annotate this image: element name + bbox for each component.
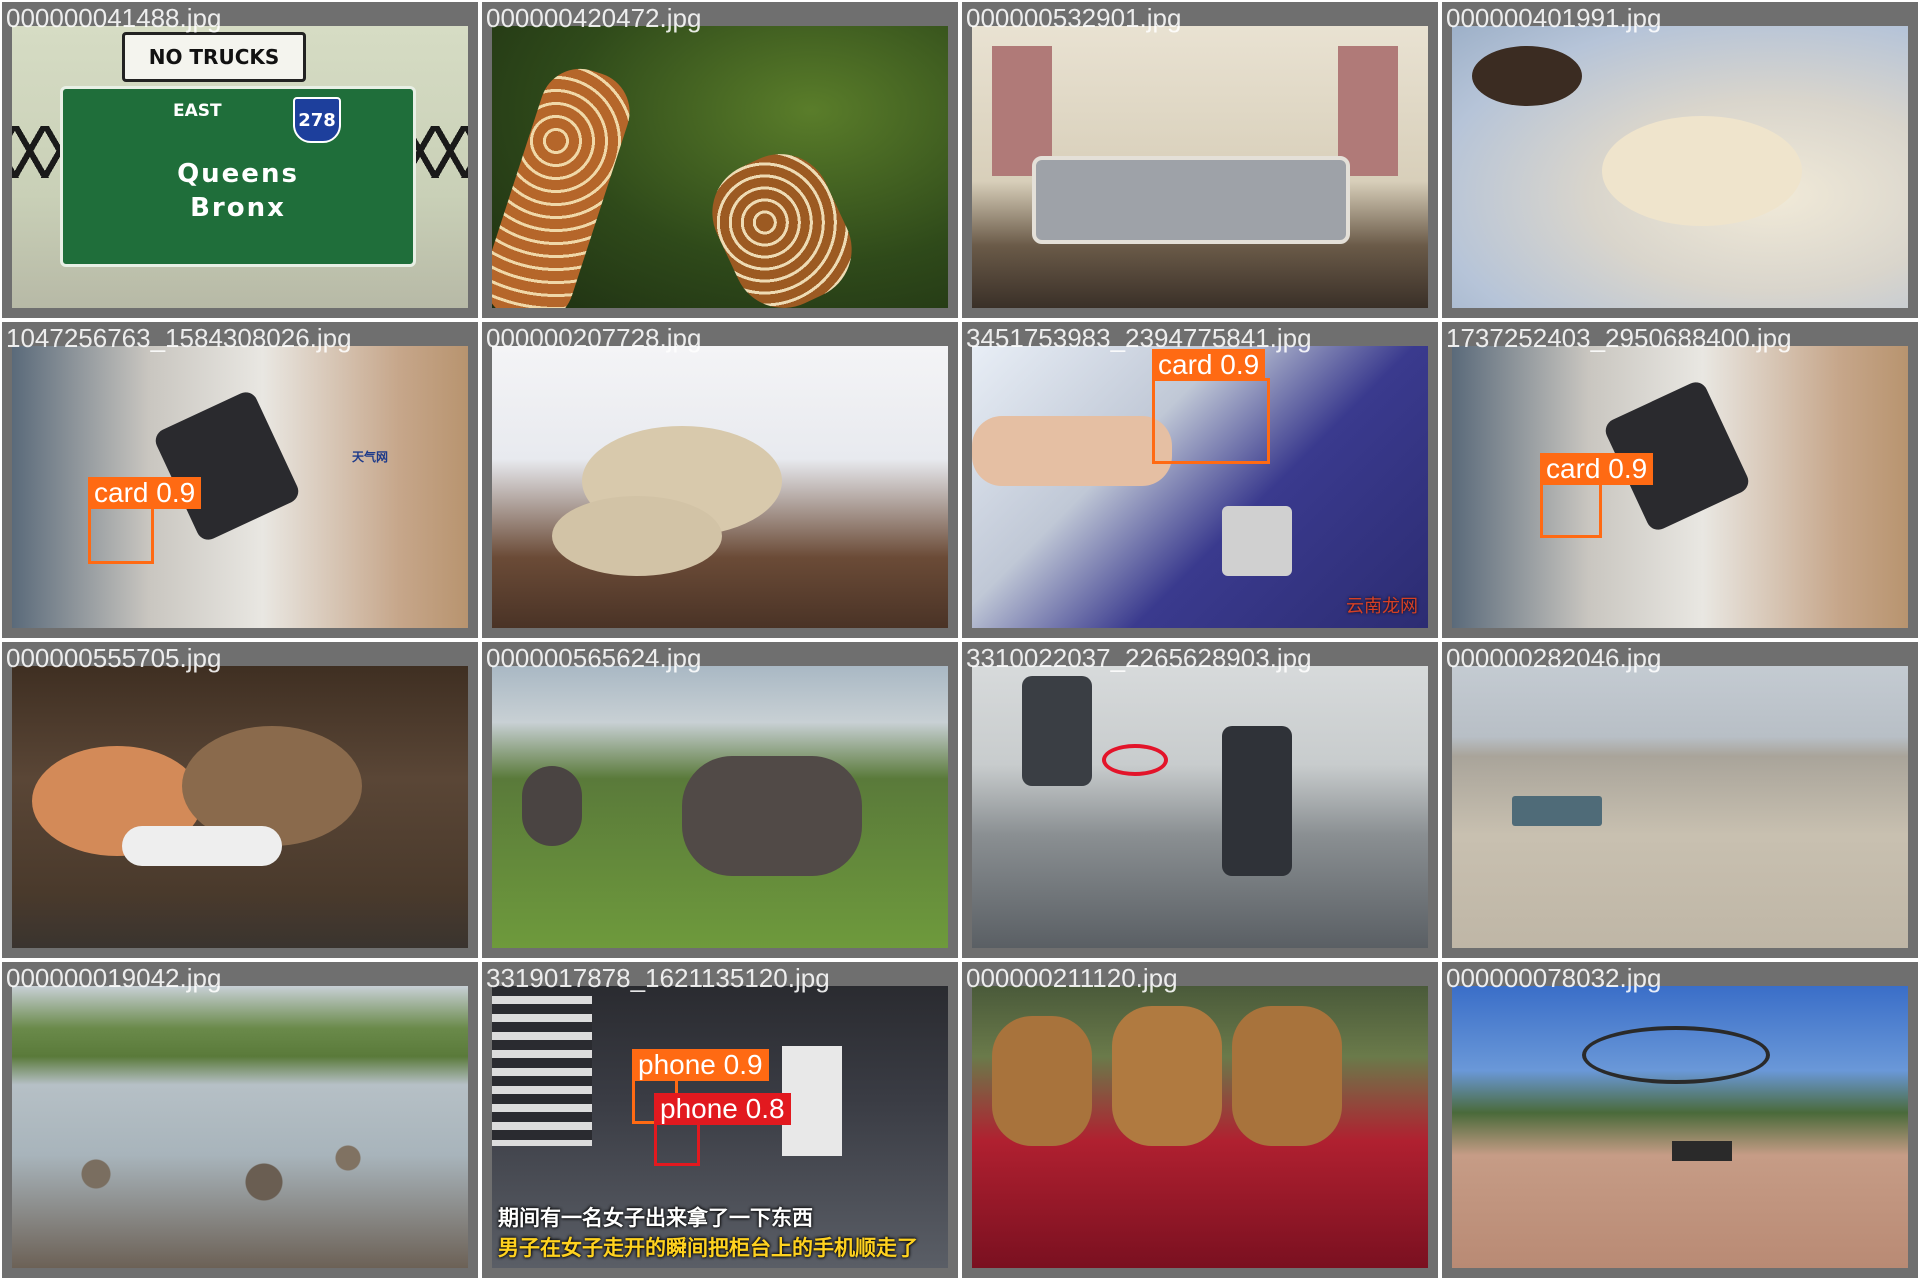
- image-tile[interactable]: 000000420472.jpg: [480, 0, 960, 320]
- image-tile[interactable]: 000000555705.jpg: [0, 640, 480, 960]
- filename-label: 3319017878_1621135120.jpg: [486, 963, 830, 993]
- filename-label: 000000207728.jpg: [486, 323, 702, 353]
- detection-label: phone 0.9: [632, 1049, 769, 1081]
- filename-label: 3451753983_2394775841.jpg: [966, 323, 1312, 353]
- bench-shape: [1512, 796, 1602, 826]
- image-tile[interactable]: 000000401991.jpg: [1440, 0, 1920, 320]
- thumbnail-cats-shoes: [12, 666, 468, 948]
- subtitle-line-2: 男子在女子走开的瞬间把柜台上的手机顺走了: [498, 1237, 918, 1260]
- image-tile[interactable]: 000000532901.jpg: [960, 0, 1440, 320]
- sign-line-2: Bronx: [190, 193, 286, 223]
- dog-shape: [1602, 116, 1802, 226]
- elephant-shape: [682, 756, 862, 876]
- thumbnail-road-sign: NO TRUCKS EAST 278 Queens Bronx: [12, 26, 468, 308]
- no-trucks-sign: NO TRUCKS: [122, 32, 306, 82]
- thumbnail-bus-card: card 0.9 云南龙网: [972, 346, 1428, 628]
- filename-label: 000000078032.jpg: [1446, 963, 1662, 993]
- thumbnail-plaza-pergola: [1452, 986, 1908, 1268]
- thumbnail-card-payment: card 0.9: [1452, 346, 1908, 628]
- image-tile[interactable]: card 0.9 1737252403_2950688400.jpg: [1440, 320, 1920, 640]
- person-shape: [1222, 726, 1292, 876]
- image-tile[interactable]: 000000282046.jpg: [1440, 640, 1920, 960]
- filename-label: 000000019042.jpg: [6, 963, 222, 993]
- thumbnail-bedroom: [972, 26, 1428, 308]
- cat-shape: [1472, 46, 1582, 106]
- filename-label: 000000565624.jpg: [486, 643, 702, 673]
- thumbnail-elephants: [492, 666, 948, 948]
- detection-label: card 0.9: [1540, 453, 1654, 485]
- filename-label: 3310022037_2265628903.jpg: [966, 643, 1312, 673]
- detection-label: phone 0.8: [654, 1093, 791, 1125]
- thumbnail-bighorn-sheep: [492, 346, 948, 628]
- watermark-label: 天气网: [352, 450, 389, 464]
- bench-shape: [1672, 1141, 1732, 1161]
- thumbnail-store-cctv: [972, 666, 1428, 948]
- sign-line-1: Queens: [177, 159, 299, 189]
- thumbnail-teddy-bears: [972, 986, 1428, 1268]
- sign-direction: EAST: [173, 101, 222, 121]
- curtain-shape: [1338, 46, 1398, 176]
- image-tile[interactable]: 000000019042.jpg: [0, 960, 480, 1280]
- thumbnail-shop-cctv: phone 0.9 phone 0.8 期间有一名女子出来拿了一下东西 男子在女…: [492, 986, 948, 1268]
- detection-box: phone 0.8: [654, 1093, 791, 1166]
- image-tile[interactable]: card 0.9 云南龙网 3451753983_2394775841.jpg: [960, 320, 1440, 640]
- person-shape: [1022, 676, 1092, 786]
- teddy-bear-shape: [992, 1016, 1092, 1146]
- teddy-bear-shape: [1232, 1006, 1342, 1146]
- teddy-bear-shape: [1112, 1006, 1222, 1146]
- image-tile[interactable]: 3310022037_2265628903.jpg: [960, 640, 1440, 960]
- thumbnail-river: [12, 986, 468, 1268]
- image-tile[interactable]: 000000211120.jpg: [960, 960, 1440, 1280]
- payment-terminal-shape: [151, 388, 303, 544]
- filename-label: 000000041488.jpg: [6, 3, 222, 33]
- image-tile[interactable]: 000000565624.jpg: [480, 640, 960, 960]
- thumbnail-beach-bench: [1452, 666, 1908, 948]
- highway-sign: EAST 278 Queens Bronx: [60, 86, 416, 267]
- hand-shape: [972, 416, 1172, 486]
- subtitle-line-1: 期间有一名女子出来拿了一下东西: [498, 1207, 813, 1230]
- filename-label: 000000555705.jpg: [6, 643, 222, 673]
- filename-label: 000000420472.jpg: [486, 3, 702, 33]
- giraffe-shape: [492, 58, 640, 308]
- rocks-shape: [12, 1126, 432, 1206]
- thumbnail-card-payment: card 0.9 天气网: [12, 346, 468, 628]
- pergola-shape: [1582, 1026, 1770, 1084]
- image-tile[interactable]: phone 0.9 phone 0.8 期间有一名女子出来拿了一下东西 男子在女…: [480, 960, 960, 1280]
- detection-box: card 0.9: [1540, 453, 1654, 538]
- detection-box: card 0.9: [1152, 349, 1270, 464]
- filename-label: 000000211120.jpg: [966, 963, 1178, 993]
- filename-label: 1737252403_2950688400.jpg: [1446, 323, 1792, 353]
- watermark-label: 云南龙网: [1346, 596, 1418, 616]
- thumbnail-pets-on-bed: [1452, 26, 1908, 308]
- image-tile[interactable]: 000000207728.jpg: [480, 320, 960, 640]
- sheep-shape: [552, 496, 722, 576]
- daybed-shape: [1032, 156, 1350, 244]
- giraffe-shape: [695, 137, 869, 308]
- filename-label: 000000532901.jpg: [966, 3, 1182, 33]
- sneaker-shape: [122, 826, 282, 866]
- detection-box: card 0.9: [88, 477, 202, 564]
- shoe-wall-shape: [492, 996, 592, 1146]
- image-tile[interactable]: NO TRUCKS EAST 278 Queens Bronx 00000004…: [0, 0, 480, 320]
- filename-label: 1047256763_1584308026.jpg: [6, 323, 352, 353]
- detection-label: card 0.9: [1152, 349, 1266, 381]
- image-tile[interactable]: 000000078032.jpg: [1440, 960, 1920, 1280]
- interstate-shield-icon: 278: [293, 97, 341, 143]
- detection-label: card 0.9: [88, 477, 202, 509]
- highlight-circle: [1102, 744, 1168, 776]
- thumbnail-giraffes: [492, 26, 948, 308]
- scanner-shape: [1222, 506, 1292, 576]
- elephant-shape: [522, 766, 582, 846]
- image-tile[interactable]: card 0.9 天气网 1047256763_1584308026.jpg: [0, 320, 480, 640]
- filename-label: 000000282046.jpg: [1446, 643, 1662, 673]
- image-grid: NO TRUCKS EAST 278 Queens Bronx 00000004…: [0, 0, 1920, 1280]
- filename-label: 000000401991.jpg: [1446, 3, 1662, 33]
- clothing-rack-shape: [782, 1046, 842, 1156]
